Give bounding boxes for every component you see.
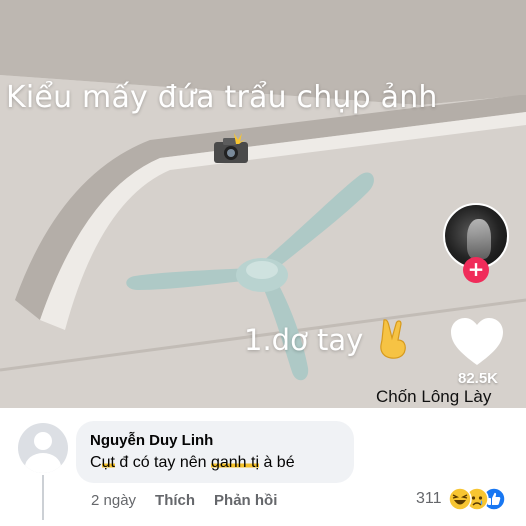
- reaction-summary[interactable]: 311: [416, 487, 508, 511]
- comment-actions: 2 ngày Thích Phản hồi: [91, 490, 277, 510]
- comment-bubble: Nguyễn Duy Linh Cụt đ có tay nên ganh tị…: [76, 421, 354, 483]
- comment-text: Cụt đ có tay nên ganh tị à bé: [90, 454, 340, 472]
- avatar-figure: [467, 219, 491, 259]
- comment-timestamp[interactable]: 2 ngày: [91, 492, 136, 509]
- reaction-count: 311: [416, 490, 442, 507]
- comment-text-part: à bé: [259, 454, 295, 471]
- follow-button[interactable]: +: [463, 257, 489, 283]
- haha-icon: [447, 487, 472, 511]
- like-button[interactable]: Thích: [155, 492, 195, 509]
- highlighted-text: ụt: [101, 454, 115, 471]
- reply-thread-line: [42, 475, 44, 520]
- video-caption: Kiểu mấy đứa trẩu chụp ảnh: [6, 80, 438, 115]
- comment-text-part: C: [90, 454, 102, 471]
- victory-hand-icon: [380, 319, 406, 359]
- page-watermark: Chốn Lông Lày: [376, 387, 492, 406]
- reply-button[interactable]: Phản hồi: [214, 492, 277, 509]
- default-avatar-body: [25, 453, 61, 473]
- comment-text-part: đ có tay nên: [114, 454, 211, 471]
- comment-author[interactable]: Nguyễn Duy Linh: [90, 432, 340, 449]
- heart-icon[interactable]: [449, 316, 505, 368]
- camera-with-flash-icon: [214, 133, 248, 163]
- commenter-avatar[interactable]: [18, 423, 68, 473]
- tiktok-video-frame[interactable]: Kiểu mấy đứa trẩu chụp ảnh 1.dơ tay + 82…: [0, 0, 526, 408]
- highlighted-text: ganh tị: [210, 454, 260, 471]
- video-overlay-text: 1.dơ tay: [244, 323, 364, 357]
- default-avatar-head: [34, 432, 52, 450]
- reaction-icons: [447, 487, 508, 511]
- like-count: 82.5K: [457, 370, 499, 387]
